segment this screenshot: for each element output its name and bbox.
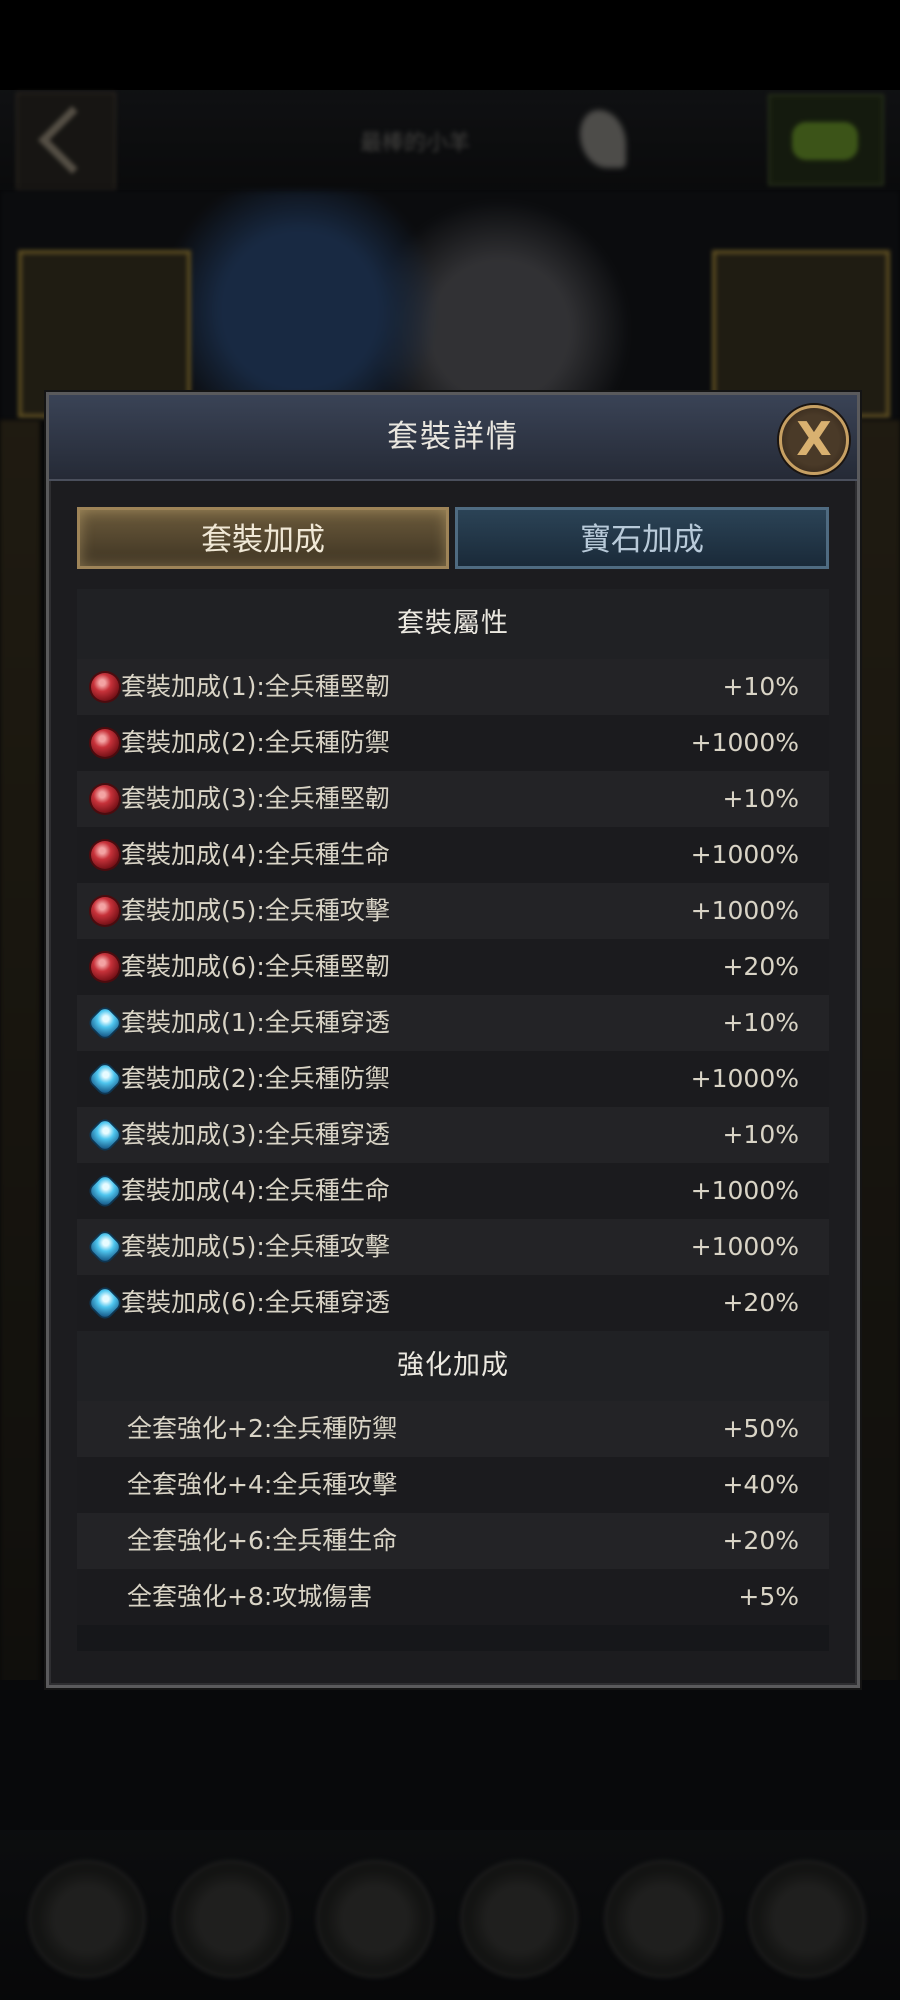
red-gem-icon <box>91 841 119 869</box>
bonus-label: 套裝加成(5):全兵種攻擊 <box>121 1232 390 1261</box>
list-item: 套裝加成(6):全兵種穿透 +20% <box>77 1275 829 1331</box>
bonus-label: 套裝加成(6):全兵種堅韌 <box>121 952 390 981</box>
bonus-label: 套裝加成(1):全兵種穿透 <box>121 1008 390 1037</box>
blue-gem-icon <box>88 1286 122 1320</box>
bonus-label: 套裝加成(5):全兵種攻擊 <box>121 896 390 925</box>
list-item: 全套強化+8:攻城傷害 +5% <box>77 1569 829 1625</box>
list-item: 套裝加成(2):全兵種防禦 +1000% <box>77 1051 829 1107</box>
enhance-label: 全套強化+2:全兵種防禦 <box>127 1414 398 1443</box>
enhance-value: +20% <box>722 1526 799 1555</box>
bonus-value: +10% <box>722 1120 799 1149</box>
bonus-label: 套裝加成(2):全兵種防禦 <box>121 728 390 757</box>
list-item: 套裝加成(3):全兵種穿透 +10% <box>77 1107 829 1163</box>
list-item: 全套強化+4:全兵種攻擊 +40% <box>77 1457 829 1513</box>
list-item: 套裝加成(1):全兵種穿透 +10% <box>77 995 829 1051</box>
list-item: 套裝加成(2):全兵種防禦 +1000% <box>77 715 829 771</box>
bonus-value: +20% <box>722 952 799 981</box>
bonus-list[interactable]: 套裝屬性 套裝加成(1):全兵種堅韌 +10% 套裝加成(2):全兵種防禦 +1… <box>77 589 829 1651</box>
enhance-value: +50% <box>722 1414 799 1443</box>
list-item: 套裝加成(5):全兵種攻擊 +1000% <box>77 1219 829 1275</box>
red-gem-icon <box>91 953 119 981</box>
tab-gem-bonus[interactable]: 寶石加成 <box>455 507 829 569</box>
red-gem-icon <box>91 729 119 757</box>
list-item: 套裝加成(1):全兵種堅韌 +10% <box>77 659 829 715</box>
bonus-value: +20% <box>722 1288 799 1317</box>
enhance-label: 全套強化+6:全兵種生命 <box>127 1526 398 1555</box>
bonus-label: 套裝加成(3):全兵種堅韌 <box>121 784 390 813</box>
bonus-label: 套裝加成(2):全兵種防禦 <box>121 1064 390 1093</box>
bonus-value: +10% <box>722 672 799 701</box>
bonus-label: 套裝加成(4):全兵種生命 <box>121 840 390 869</box>
blue-gem-icon <box>88 1230 122 1264</box>
bonus-label: 套裝加成(6):全兵種穿透 <box>121 1288 390 1317</box>
red-gem-icon <box>91 897 119 925</box>
bonus-value: +1000% <box>690 840 799 869</box>
bonus-value: +1000% <box>690 1176 799 1205</box>
list-item: 套裝加成(4):全兵種生命 +1000% <box>77 1163 829 1219</box>
close-button[interactable]: X <box>779 405 849 475</box>
bonus-label: 套裝加成(1):全兵種堅韌 <box>121 672 390 701</box>
list-item: 套裝加成(4):全兵種生命 +1000% <box>77 827 829 883</box>
blue-gem-icon <box>88 1006 122 1040</box>
bonus-value: +10% <box>722 784 799 813</box>
bonus-value: +1000% <box>690 896 799 925</box>
list-item: 全套強化+6:全兵種生命 +20% <box>77 1513 829 1569</box>
modal-title: 套裝詳情 <box>387 419 519 455</box>
enhance-label: 全套強化+4:全兵種攻擊 <box>127 1470 398 1499</box>
enhance-value: +5% <box>738 1582 799 1611</box>
bonus-value: +10% <box>722 1008 799 1037</box>
red-gem-icon <box>91 785 119 813</box>
bonus-value: +1000% <box>690 1232 799 1261</box>
bonus-value: +1000% <box>690 1064 799 1093</box>
blue-gem-icon <box>88 1174 122 1208</box>
tab-bar: 套裝加成 寶石加成 <box>77 507 829 569</box>
bonus-label: 套裝加成(4):全兵種生命 <box>121 1176 390 1205</box>
set-details-modal: 套裝詳情 X 套裝加成 寶石加成 套裝屬性 套裝加成(1):全兵種堅韌 +10%… <box>46 392 860 1688</box>
section-header-set-attributes: 套裝屬性 <box>77 589 829 659</box>
enhance-value: +40% <box>722 1470 799 1499</box>
modal-header: 套裝詳情 <box>49 395 857 481</box>
list-item: 套裝加成(5):全兵種攻擊 +1000% <box>77 883 829 939</box>
list-item: 全套強化+2:全兵種防禦 +50% <box>77 1401 829 1457</box>
enhance-label: 全套強化+8:攻城傷害 <box>127 1582 373 1611</box>
tab-set-bonus[interactable]: 套裝加成 <box>77 507 449 569</box>
blue-gem-icon <box>88 1062 122 1096</box>
bonus-value: +1000% <box>690 728 799 757</box>
list-item: 套裝加成(6):全兵種堅韌 +20% <box>77 939 829 995</box>
section-header-enhance-bonus: 強化加成 <box>77 1331 829 1401</box>
close-icon: X <box>796 412 832 466</box>
red-gem-icon <box>91 673 119 701</box>
bonus-label: 套裝加成(3):全兵種穿透 <box>121 1120 390 1149</box>
list-item: 套裝加成(3):全兵種堅韌 +10% <box>77 771 829 827</box>
blue-gem-icon <box>88 1118 122 1152</box>
